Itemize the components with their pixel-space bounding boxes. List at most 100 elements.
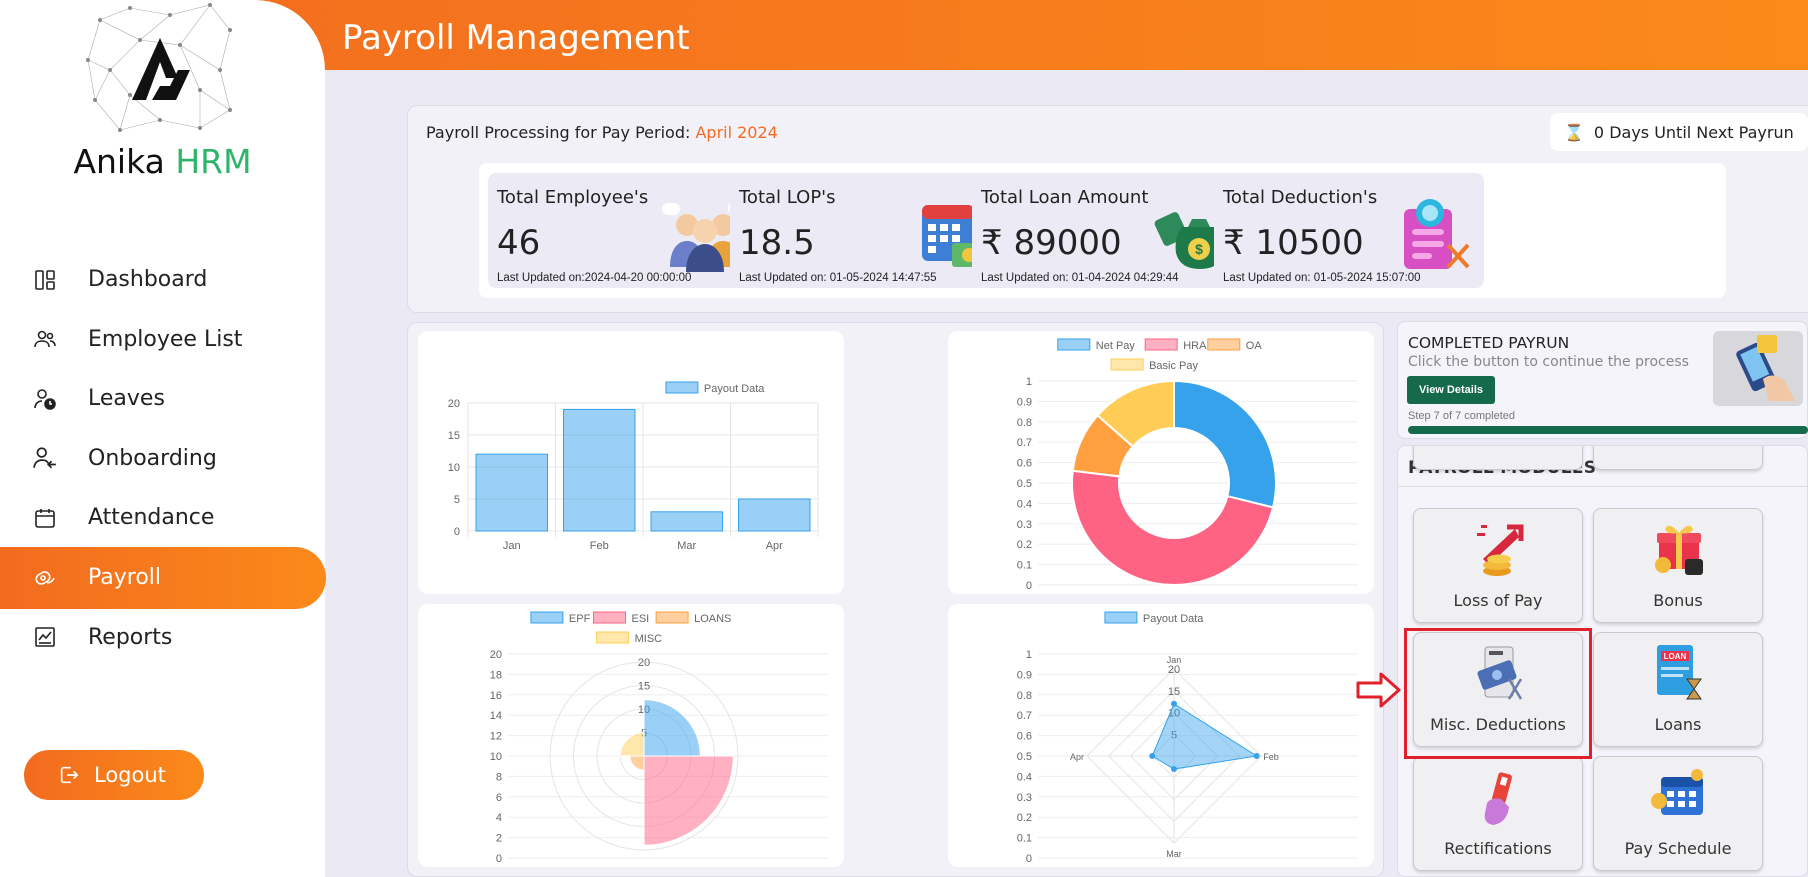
y-tick-label: 0.7 (1017, 437, 1032, 449)
y-tick-label: 0.8 (1017, 417, 1032, 429)
radar-point (1171, 700, 1177, 707)
sidebar: Anika HRM Dashboard Employee List Leaves… (0, 0, 326, 877)
payrun-step-text: Step 7 of 7 completed (1408, 410, 1516, 422)
legend-label: Payout Data (1143, 613, 1204, 625)
module-tile-partial[interactable] (1593, 446, 1763, 470)
bonus-gift-icon (1655, 525, 1703, 575)
y-tick-label: 0.3 (1017, 519, 1032, 531)
divider (1398, 486, 1807, 487)
y-tick-label: 0 (496, 853, 502, 865)
sidebar-item-dashboard[interactable]: Dashboard (0, 250, 325, 310)
r-tick-label: 20 (638, 657, 650, 669)
legend-swatch (1207, 338, 1241, 351)
sidebar-item-leaves[interactable]: Leaves (0, 369, 325, 429)
radar-point (1253, 753, 1260, 759)
stat-card-deduction: Total Deduction's ₹ 10500 Last Updated o… (1214, 173, 1484, 288)
next-payrun-badge: ⌛ 0 Days Until Next Payrun (1550, 113, 1808, 151)
y-tick-label: 0.6 (1017, 458, 1032, 470)
y-tick-label: 0.1 (1017, 833, 1032, 845)
legend-swatch (530, 611, 564, 624)
module-tile-loss-of-pay[interactable]: Loss of Pay (1413, 508, 1583, 623)
stat-updated: Last Updated on: 01-05-2024 15:07:00 (1223, 272, 1421, 284)
sidebar-item-label: Reports (88, 624, 173, 650)
y-tick-label: 5 (454, 494, 460, 506)
y-tick-label: 10 (448, 462, 460, 474)
sidebar-item-reports[interactable]: Reports (0, 608, 325, 668)
y-tick-label: 0.5 (1017, 751, 1032, 763)
y-tick-label: 0.5 (1017, 478, 1032, 490)
legend-label: Basic Pay (1149, 360, 1198, 372)
svg-text:LOAN: LOAN (1664, 652, 1687, 661)
sidebar-item-payroll[interactable]: Payroll (0, 546, 326, 609)
stat-value: ₹ 89000 (981, 223, 1122, 263)
module-tile-rectifications[interactable]: Rectifications (1413, 756, 1583, 871)
radar-axis-label: Apr (1070, 752, 1084, 762)
legend-swatch (593, 611, 626, 624)
legend-label: Payout Data (704, 383, 765, 395)
module-tile-bonus[interactable]: Bonus (1593, 508, 1763, 623)
brand-name: Anika HRM (73, 142, 252, 181)
tile-label: Loss of Pay (1453, 591, 1543, 610)
radar-axis-label: Jan (1167, 655, 1182, 665)
sidebar-item-label: Payroll (88, 565, 162, 590)
users-icon (30, 324, 60, 354)
y-tick-label: 16 (490, 690, 502, 702)
y-tick-label: 20 (490, 649, 502, 661)
bar (563, 408, 636, 532)
y-tick-label: 0 (454, 526, 460, 538)
stat-updated: Last Updated on: 01-04-2024 04:29:44 (981, 272, 1179, 284)
y-tick-label: 18 (490, 669, 502, 681)
polar-segment (629, 755, 645, 771)
pay-period-label: Payroll Processing for Pay Period: April… (426, 123, 778, 142)
pay-period-value: April 2024 (695, 123, 778, 142)
x-tick-label: Mar (677, 540, 696, 552)
radar-axis-label: Feb (1263, 752, 1279, 762)
deduction-document-icon (1404, 199, 1470, 269)
legend-label: EPF (569, 613, 591, 625)
legend-swatch (1110, 358, 1144, 371)
stats-row: Total Employee's 46 Last Updated on:2024… (479, 163, 1726, 298)
y-tick-label: 8 (496, 771, 502, 783)
sidebar-item-employee-list[interactable]: Employee List (0, 310, 325, 370)
y-tick-label: 0.1 (1017, 560, 1032, 572)
pay-schedule-icon (1651, 769, 1703, 815)
module-tile-pay-schedule[interactable]: Pay Schedule (1593, 756, 1763, 871)
tile-label: Loans (1654, 715, 1702, 734)
stat-title: Total LOP's (739, 187, 836, 208)
sidebar-item-label: Onboarding (88, 445, 217, 471)
module-tile-loans[interactable]: LOAN Loans (1593, 632, 1763, 747)
x-tick-label: Feb (590, 540, 609, 552)
y-tick-label: 12 (490, 731, 502, 743)
logout-button[interactable]: Logout (24, 750, 204, 800)
loss-of-pay-icon (1477, 524, 1524, 576)
tile-label: Pay Schedule (1624, 839, 1732, 858)
view-details-button[interactable]: View Details (1407, 376, 1495, 404)
polar-chart-card: EPFESILOANSMISC024681012141618205101520 (418, 604, 844, 867)
highlight-box (1404, 628, 1592, 759)
legend-label: LOANS (694, 613, 731, 625)
bar-chart: Payout Data 0 5 10 15 20 Jan Feb Mar Apr (448, 381, 819, 552)
module-tile-partial[interactable] (1413, 446, 1583, 470)
red-arrow-icon (1356, 672, 1401, 708)
y-tick-label: 15 (448, 430, 460, 442)
sidebar-item-onboarding[interactable]: Onboarding (0, 429, 325, 489)
stat-value: 18.5 (739, 223, 815, 263)
bar (650, 511, 723, 532)
loans-icon: LOAN (1657, 645, 1702, 700)
x-tick-label: Jan (503, 540, 521, 552)
x-tick-label: Apr (766, 540, 783, 552)
sidebar-item-label: Employee List (88, 326, 243, 352)
stat-card-lop: Total LOP's 18.5 Last Updated on: 01-05-… (730, 173, 1000, 288)
logout-label: Logout (94, 763, 166, 787)
dashboard-icon (30, 265, 60, 295)
bar (738, 498, 811, 532)
legend-label: HRA (1183, 340, 1207, 352)
stat-value: 46 (497, 223, 541, 263)
header-bar: Payroll Management (325, 0, 1808, 70)
y-tick-label: 1 (1026, 649, 1032, 661)
anika-logo-icon (86, 3, 232, 132)
polar-segment (643, 699, 701, 757)
leave-clock-icon (30, 384, 60, 414)
sidebar-item-attendance[interactable]: Attendance (0, 488, 325, 548)
y-tick-label: 0.6 (1017, 731, 1032, 743)
